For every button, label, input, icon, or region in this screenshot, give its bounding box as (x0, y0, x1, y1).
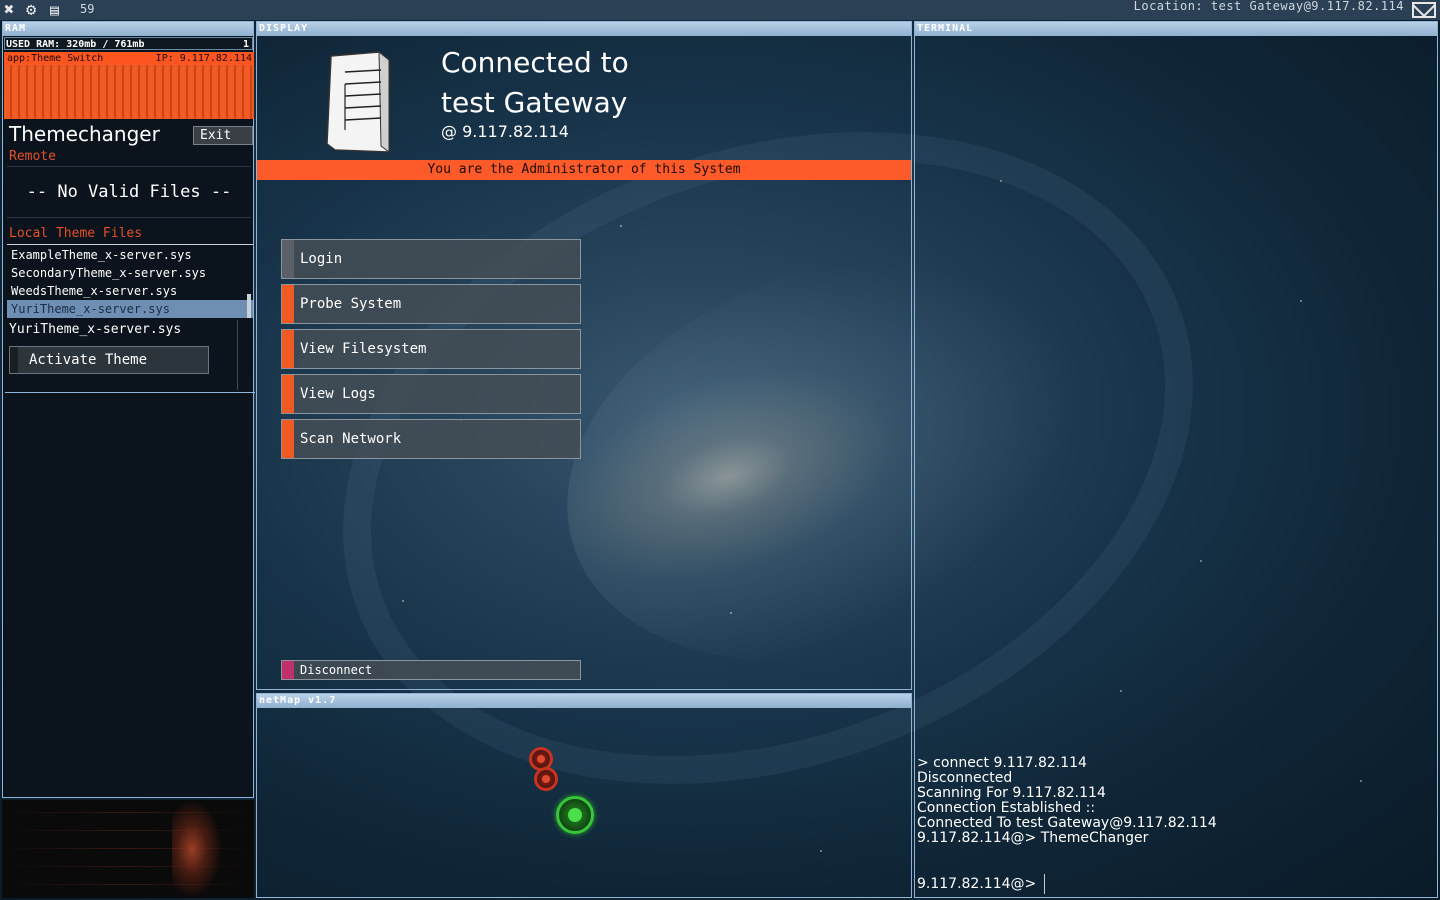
list-item-selected[interactable]: YuriTheme_x-server.sys (7, 300, 253, 318)
ram-usage-label: USED RAM: 320mb / 761mb (6, 39, 145, 50)
list-item[interactable]: ExampleTheme_x-server.sys (7, 246, 253, 264)
login-button-label: Login (300, 251, 343, 267)
ram-process-count: 1 (242, 39, 249, 50)
netmap-panel-title: netMap v1.7 (257, 694, 911, 708)
ram-panel: RAM USED RAM: 320mb / 761mb 1 app:Theme … (2, 21, 255, 798)
terminal-panel-title: TERMINAL (915, 22, 1437, 36)
app-ram-block: app:Theme Switch IP: 9.117.82.114 (4, 52, 254, 119)
button-strip (282, 375, 294, 413)
app-title: Themechanger (9, 122, 160, 146)
login-button[interactable]: Login (281, 239, 581, 279)
connected-node[interactable] (556, 796, 594, 834)
ram-panel-title: RAM (3, 22, 253, 36)
terminal-line: Disconnected (917, 770, 1013, 786)
terminal-prompt-label: 9.117.82.114@> (917, 876, 1037, 892)
view-logs-button-label: View Logs (300, 386, 376, 402)
fps-counter: 59 (80, 2, 95, 16)
divider (237, 320, 238, 390)
divider (7, 244, 253, 245)
admin-notice: You are the Administrator of this System (257, 160, 911, 180)
scrollbar[interactable] (247, 294, 251, 318)
divider (5, 392, 255, 393)
remote-label: Remote (9, 149, 56, 164)
app-ip: IP: 9.117.82.114 (155, 53, 252, 64)
scan-network-button-label: Scan Network (300, 431, 402, 447)
activate-theme-button[interactable]: Activate Theme (9, 346, 209, 374)
list-item[interactable]: WeedsTheme_x-server.sys (7, 282, 253, 300)
visualizer-streak (2, 866, 254, 867)
server-icon (326, 50, 390, 153)
disconnect-button-label: Disconnect (300, 663, 373, 677)
close-icon[interactable]: ✖ (4, 1, 14, 19)
host-name: test Gateway (441, 86, 628, 119)
location-label: Location: test Gateway@9.117.82.114 (1133, 0, 1404, 13)
visualizer-streak (2, 884, 254, 885)
terminal-input[interactable]: 9.117.82.114@> (917, 874, 1046, 894)
visualizer-streak (2, 830, 254, 831)
display-panel: DISPLAY Connected to test Gateway @ 9.11… (256, 21, 912, 690)
theme-file-list[interactable]: ExampleTheme_x-server.sys SecondaryTheme… (7, 246, 253, 318)
list-item[interactable]: SecondaryTheme_x-server.sys (7, 264, 253, 282)
terminal-panel: TERMINAL > connect 9.117.82.114 Disconne… (914, 21, 1438, 898)
probe-system-button-label: Probe System (300, 296, 402, 312)
network-node[interactable] (534, 767, 558, 791)
button-strip (282, 420, 294, 458)
top-bar: ✖ ⚙ ▤ 59 Location: test Gateway@9.117.82… (0, 0, 1440, 20)
display-panel-title: DISPLAY (257, 22, 911, 36)
exit-button[interactable]: Exit (193, 126, 253, 145)
no-valid-files-message: -- No Valid Files -- (7, 166, 251, 218)
ram-usage-bar: USED RAM: 320mb / 761mb 1 (4, 37, 253, 50)
netmap-panel: netMap v1.7 (256, 693, 912, 898)
text-cursor (1044, 874, 1046, 894)
audio-visualizer (2, 800, 254, 898)
terminal-line: 9.117.82.114@> ThemeChanger (917, 830, 1149, 846)
scan-network-button[interactable]: Scan Network (281, 419, 581, 459)
app-name-bar: app:Theme Switch IP: 9.117.82.114 (4, 52, 254, 65)
visualizer-streak (2, 848, 254, 849)
terminal-line: > connect 9.117.82.114 (917, 755, 1087, 771)
app-name: app:Theme Switch (7, 53, 104, 64)
visualizer-streak (2, 812, 254, 813)
terminal-line: Connection Established :: (917, 800, 1096, 816)
terminal-line: Connected To test Gateway@9.117.82.114 (917, 815, 1217, 831)
view-logs-button[interactable]: View Logs (281, 374, 581, 414)
mail-icon[interactable] (1412, 2, 1436, 18)
button-strip (282, 285, 294, 323)
save-icon[interactable]: ▤ (50, 1, 59, 19)
view-filesystem-button[interactable]: View Filesystem (281, 329, 581, 369)
host-ip: @ 9.117.82.114 (441, 122, 569, 141)
button-strip (282, 240, 294, 278)
probe-system-button[interactable]: Probe System (281, 284, 581, 324)
terminal-output: > connect 9.117.82.114 Disconnected Scan… (917, 756, 1217, 846)
local-theme-files-label: Local Theme Files (9, 226, 143, 241)
button-strip (282, 330, 294, 368)
gear-icon[interactable]: ⚙ (26, 1, 36, 19)
button-strip (282, 661, 294, 679)
terminal-line: Scanning For 9.117.82.114 (917, 785, 1106, 801)
connected-to-label: Connected to (441, 46, 629, 79)
disconnect-button[interactable]: Disconnect (281, 660, 581, 680)
selected-file-label: YuriTheme_x-server.sys (9, 322, 182, 337)
view-filesystem-button-label: View Filesystem (300, 341, 427, 357)
